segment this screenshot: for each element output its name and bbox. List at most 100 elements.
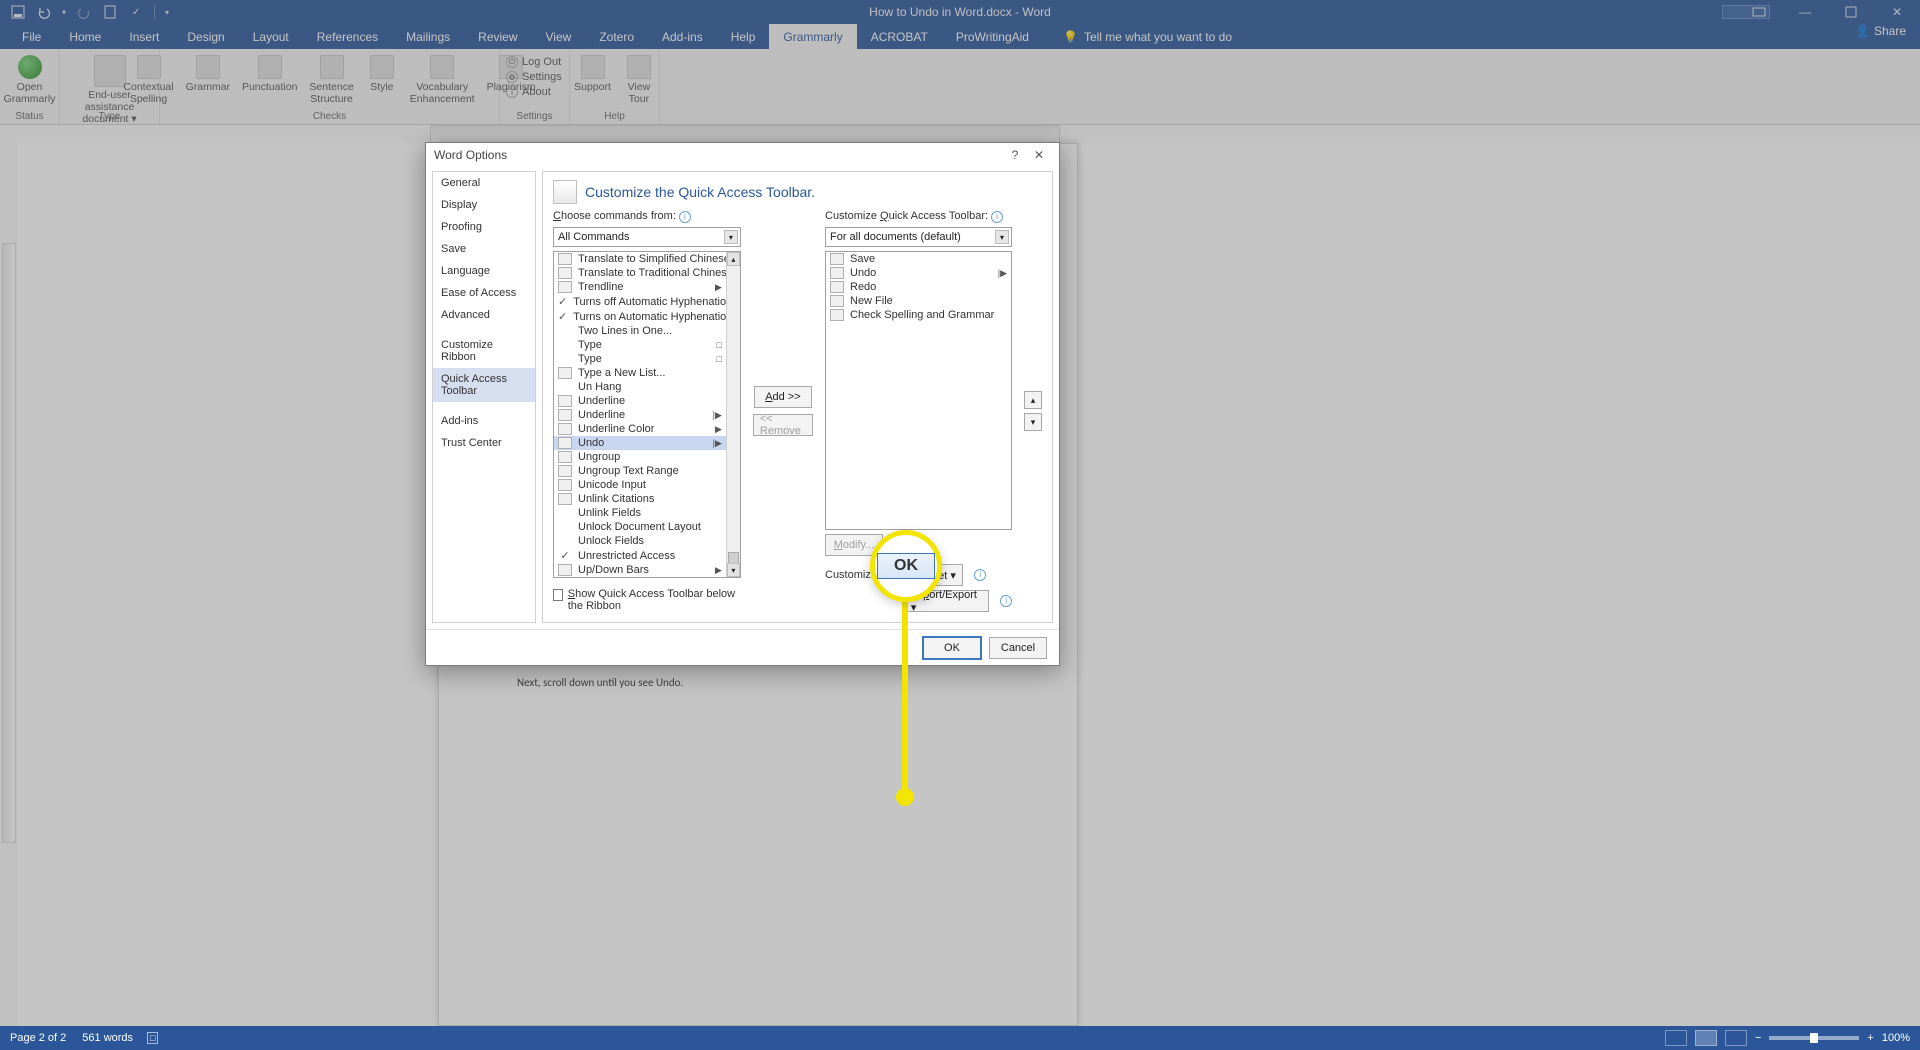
command-item[interactable]: Type a New List... (554, 366, 726, 380)
command-item[interactable]: Translate to Simplified Chinese (554, 252, 726, 266)
check-icon: ✓ (558, 310, 567, 323)
choose-commands-combo[interactable]: All Commands▾ (553, 227, 741, 247)
qat-item-icon (830, 295, 844, 307)
command-item[interactable]: Type□ (554, 338, 726, 352)
dialog-titlebar: Word Options ? ✕ (426, 143, 1059, 167)
zoom-in-icon[interactable]: + (1867, 1032, 1873, 1044)
submenu-icon: ▶ (715, 282, 722, 293)
info-icon[interactable]: i (679, 211, 691, 223)
info-icon[interactable]: i (991, 211, 1003, 223)
dialog-nav-item[interactable]: Trust Center (433, 432, 535, 454)
command-item[interactable]: Underline Color▶ (554, 422, 726, 436)
qat-listbox[interactable]: SaveUndo|▶RedoNew FileCheck Spelling and… (825, 251, 1012, 530)
info-icon[interactable]: i (1000, 595, 1012, 607)
dialog-nav-item[interactable]: Customize Ribbon (433, 334, 535, 368)
callout-line (902, 598, 908, 794)
zoom-out-icon[interactable]: − (1755, 1032, 1761, 1044)
command-icon (558, 493, 572, 505)
qat-item[interactable]: Undo|▶ (826, 266, 1011, 280)
dialog-help-button[interactable]: ? (1003, 143, 1027, 167)
command-item[interactable]: Un Hang (554, 380, 726, 394)
dialog-nav-item[interactable]: Advanced (433, 304, 535, 326)
dialog-nav: GeneralDisplayProofingSaveLanguageEase o… (432, 171, 536, 623)
qat-item[interactable]: New File (826, 294, 1011, 308)
dialog-footer: OK Cancel (426, 629, 1059, 665)
dialog-nav-item[interactable]: Quick Access Toolbar (433, 368, 535, 402)
command-item[interactable]: Unicode Input (554, 478, 726, 492)
view-web-icon[interactable] (1725, 1030, 1747, 1046)
command-item[interactable]: ✓Turns off Automatic Hyphenation (554, 294, 726, 309)
all-commands-listbox[interactable]: Translate to Simplified ChineseTranslate… (553, 251, 741, 578)
submenu-icon: |▶ (998, 268, 1007, 279)
qat-item[interactable]: Redo (826, 280, 1011, 294)
zoom-level[interactable]: 100% (1882, 1032, 1910, 1044)
scroll-down-icon[interactable]: ▾ (727, 563, 740, 577)
dialog-close-button[interactable]: ✕ (1027, 143, 1051, 167)
command-item[interactable]: Unlink Fields (554, 506, 726, 520)
dialog-main: Customize the Quick Access Toolbar. Choo… (542, 171, 1053, 623)
dialog-nav-item[interactable]: Save (433, 238, 535, 260)
word-options-dialog: Word Options ? ✕ GeneralDisplayProofingS… (425, 142, 1060, 666)
scroll-up-icon[interactable]: ▴ (727, 252, 740, 266)
commands-panel: Choose commands from:i All Commands▾ Tra… (553, 210, 741, 612)
checkbox-icon (553, 589, 563, 601)
command-item[interactable]: Trendline▶ (554, 280, 726, 294)
qat-item-icon (830, 267, 844, 279)
show-below-label: Show Quick Access Toolbar below the Ribb… (568, 588, 741, 612)
qat-item[interactable]: Check Spelling and Grammar (826, 308, 1011, 322)
customize-qat-label: Customize Quick Access Toolbar:i (825, 210, 1012, 223)
command-item[interactable]: Undo|▶ (554, 436, 726, 450)
command-item[interactable]: Translate to Traditional Chinese (554, 266, 726, 280)
command-item[interactable]: Underline|▶ (554, 408, 726, 422)
command-item[interactable]: ✓Unrestricted Access (554, 548, 726, 563)
status-words[interactable]: 561 words (82, 1032, 133, 1044)
view-read-icon[interactable] (1665, 1030, 1687, 1046)
callout-ok-highlight: OK (870, 530, 942, 602)
chevron-down-icon: ▾ (995, 230, 1009, 244)
status-proofing-icon[interactable]: □ (147, 1032, 158, 1044)
command-icon (558, 479, 572, 491)
dialog-nav-item[interactable]: Language (433, 260, 535, 282)
add-remove-panel: Add >> << Remove (753, 210, 813, 612)
dialog-nav-item[interactable]: Add-ins (433, 410, 535, 432)
move-up-button[interactable]: ▴ (1024, 391, 1042, 409)
cancel-button[interactable]: Cancel (989, 637, 1047, 659)
command-item[interactable]: Ungroup Text Range (554, 464, 726, 478)
qat-item-icon (830, 309, 844, 321)
status-page[interactable]: Page 2 of 2 (10, 1032, 66, 1044)
qat-item[interactable]: Save (826, 252, 1011, 266)
info-icon[interactable]: i (974, 569, 986, 581)
dialog-nav-item[interactable]: General (433, 172, 535, 194)
command-item[interactable]: Underline (554, 394, 726, 408)
dialog-nav-item[interactable]: Proofing (433, 216, 535, 238)
command-item[interactable]: Unlock Fields (554, 534, 726, 548)
dialog-nav-item[interactable]: Ease of Access (433, 282, 535, 304)
command-item[interactable]: Ungroup (554, 450, 726, 464)
remove-button[interactable]: << Remove (753, 414, 813, 436)
zoom-slider[interactable] (1769, 1036, 1859, 1040)
scrollbar[interactable]: ▴ ▾ (726, 252, 740, 577)
command-item[interactable]: Unlink Citations (554, 492, 726, 506)
command-icon (558, 409, 572, 421)
check-icon: ✓ (558, 295, 567, 308)
show-below-ribbon-checkbox[interactable]: Show Quick Access Toolbar below the Ribb… (553, 588, 741, 612)
ok-button[interactable]: OK (923, 637, 981, 659)
statusbar: Page 2 of 2 561 words □ − + 100% (0, 1026, 1920, 1050)
command-item[interactable]: Unlock Document Layout (554, 520, 726, 534)
command-icon (558, 564, 572, 576)
command-item[interactable]: Up/Down Bars▶ (554, 563, 726, 577)
chevron-down-icon: ▾ (724, 230, 738, 244)
move-down-button[interactable]: ▾ (1024, 413, 1042, 431)
dialog-nav-item[interactable]: Display (433, 194, 535, 216)
command-item[interactable]: ✓Turns on Automatic Hyphenation (554, 309, 726, 324)
customize-qat-combo[interactable]: For all documents (default)▾ (825, 227, 1012, 247)
add-button[interactable]: Add >> (754, 386, 812, 408)
view-print-icon[interactable] (1695, 1030, 1717, 1046)
command-item[interactable]: Two Lines in One... (554, 324, 726, 338)
choose-commands-text: hoose commands from: (561, 210, 676, 222)
callout-dot (896, 788, 914, 806)
command-item[interactable]: Type□ (554, 352, 726, 366)
submenu-icon: ▶ (715, 565, 722, 576)
check-icon: ✓ (558, 549, 572, 562)
remove-label: << Remove (760, 413, 806, 437)
